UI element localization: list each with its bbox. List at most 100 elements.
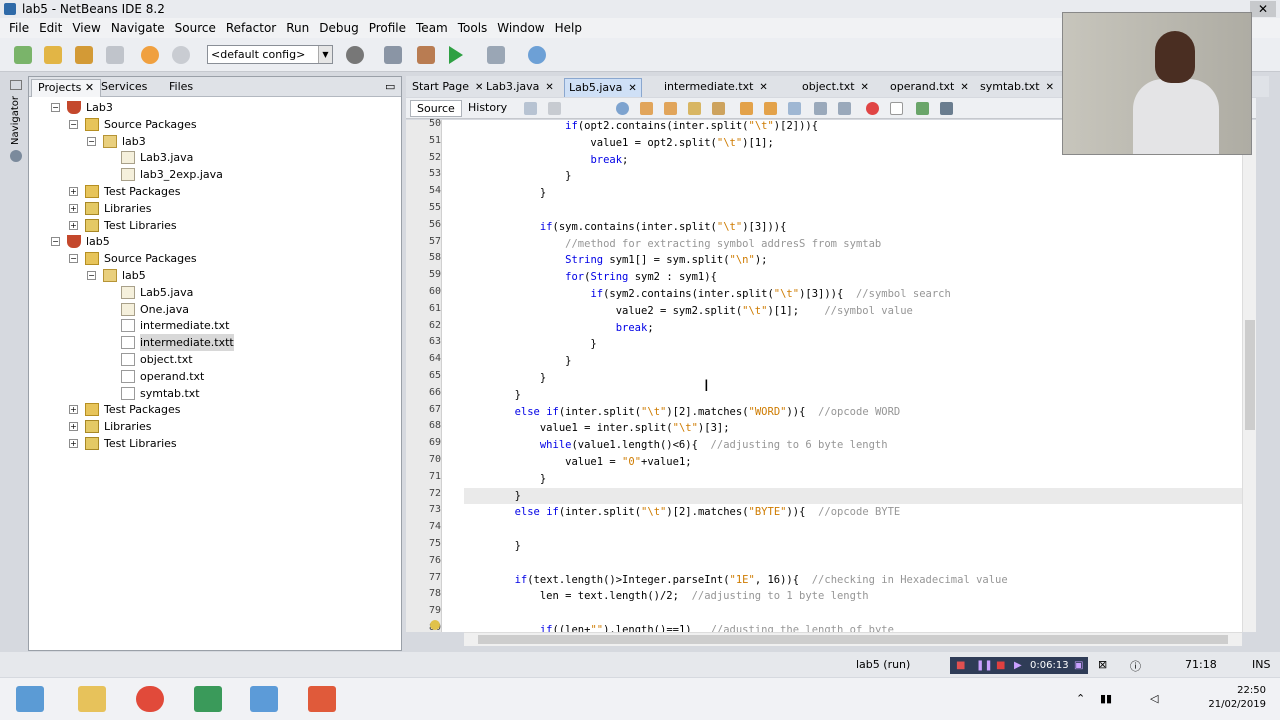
code-line[interactable]: if(opt2.contains(inter.split("\t")[2])){ — [464, 120, 818, 134]
tab-lab3-java[interactable]: Lab3.java ✕ — [482, 78, 558, 97]
tab-object-txt[interactable]: object.txt ✕ — [798, 78, 873, 97]
run-status[interactable]: lab5 (run) — [856, 658, 910, 671]
toggle-highlight-icon[interactable] — [688, 102, 701, 115]
code-line[interactable]: while(value1.length()<6){ //adjusting to… — [464, 437, 888, 453]
windows-start-icon[interactable] — [16, 686, 44, 712]
tree-item[interactable]: + Test Packages — [29, 401, 401, 418]
code-line[interactable]: value1 = "0"+value1; — [464, 454, 691, 470]
menu-view[interactable]: View — [67, 18, 105, 38]
tab-operand-txt[interactable]: operand.txt ✕ — [886, 78, 973, 97]
close-icon[interactable]: ✕ — [545, 82, 553, 93]
undo-icon[interactable] — [141, 46, 159, 64]
tree-item[interactable]: object.txt — [29, 351, 401, 368]
close-icon[interactable]: ✕ — [1046, 82, 1054, 93]
new-file-icon[interactable] — [14, 46, 32, 64]
tab-projects[interactable]: Projects ✕ — [31, 79, 102, 97]
code-line[interactable]: break; — [464, 152, 628, 168]
volume-icon[interactable]: ◁ — [1150, 692, 1158, 705]
tree-item[interactable]: One.java — [29, 301, 401, 318]
tab-symtab-txt[interactable]: symtab.txt ✕ — [976, 78, 1058, 97]
minimize-panel-icon[interactable] — [10, 80, 22, 90]
build-hammer-icon[interactable] — [384, 46, 402, 64]
tree-item[interactable]: symtab.txt — [29, 385, 401, 402]
play-icon[interactable]: ▶ — [1014, 657, 1022, 674]
code-line[interactable]: if(sym.contains(inter.split("\t")[3])){ — [464, 219, 787, 235]
expand-icon[interactable]: + — [69, 439, 78, 448]
menu-team[interactable]: Team — [411, 18, 453, 38]
tab-services[interactable]: Services — [95, 79, 153, 97]
code-line[interactable]: } — [464, 370, 546, 386]
code-line[interactable]: } — [464, 387, 521, 403]
next-bookmark-icon[interactable] — [764, 102, 777, 115]
scrollbar-thumb[interactable] — [1245, 320, 1255, 430]
open-project-icon[interactable] — [75, 46, 93, 64]
close-icon[interactable]: ✕ — [960, 82, 968, 93]
code-line[interactable]: } — [464, 168, 571, 184]
previous-bookmark-icon[interactable] — [740, 102, 753, 115]
code-line[interactable]: for(String sym2 : sym1){ — [464, 269, 717, 285]
menu-edit[interactable]: Edit — [34, 18, 67, 38]
pause-icon[interactable]: ❚❚ — [976, 657, 993, 674]
chrome-icon[interactable] — [136, 686, 164, 712]
tree-item[interactable]: + Libraries — [29, 200, 401, 217]
shift-left-icon[interactable] — [814, 102, 827, 115]
code-line[interactable]: } — [464, 336, 596, 352]
collapse-icon[interactable]: − — [51, 103, 60, 112]
clean-build-icon[interactable] — [417, 46, 435, 64]
tab-start-page[interactable]: Start Page ✕ — [408, 78, 487, 97]
menu-refactor[interactable]: Refactor — [221, 18, 281, 38]
menu-help[interactable]: Help — [550, 18, 587, 38]
tree-item[interactable]: + Test Libraries — [29, 435, 401, 452]
tree-item[interactable]: − lab5 — [29, 267, 401, 284]
toggle-rect-select-icon[interactable] — [712, 102, 725, 115]
close-icon[interactable]: ✕ — [759, 82, 767, 93]
close-icon[interactable]: ✕ — [861, 82, 869, 93]
horizontal-scrollbar[interactable] — [464, 632, 1242, 646]
record-icon[interactable]: ■ — [956, 657, 965, 674]
collapse-icon[interactable]: − — [87, 271, 96, 280]
run-play-icon[interactable] — [449, 46, 463, 64]
code-line[interactable]: } — [464, 487, 1242, 504]
navigator-label[interactable]: Navigator — [10, 96, 21, 145]
shift-right-icon[interactable] — [838, 102, 851, 115]
calculator-icon[interactable] — [194, 686, 222, 712]
network-icon[interactable]: ▮▮ — [1100, 692, 1112, 705]
code-line[interactable]: if(sym2.contains(inter.split("\t")[3])){… — [464, 286, 950, 302]
tree-item[interactable]: lab3_2exp.java — [29, 166, 401, 183]
tree-item[interactable]: intermediate.txt — [29, 317, 401, 334]
code-line[interactable]: else if(inter.split("\t")[2].matches("WO… — [464, 404, 901, 420]
expand-icon[interactable]: + — [69, 220, 78, 230]
menu-run[interactable]: Run — [281, 18, 314, 38]
code-line[interactable]: value1 = opt2.split("\t")[1]; — [464, 135, 773, 151]
close-output-icon[interactable]: ⊠ — [1098, 658, 1107, 671]
code-line[interactable]: } — [464, 185, 546, 201]
new-project-icon[interactable] — [44, 46, 62, 64]
target-icon[interactable] — [346, 46, 364, 64]
scrollbar-thumb[interactable] — [478, 635, 1228, 644]
code-line[interactable]: if((len+"").length()==1) //adusting the … — [464, 622, 894, 632]
profile-icon[interactable] — [528, 46, 546, 64]
close-button[interactable]: ✕ — [1250, 1, 1276, 17]
tree-item[interactable]: intermediate.txtt — [29, 334, 401, 352]
debug-icon[interactable] — [487, 46, 505, 64]
menu-profile[interactable]: Profile — [364, 18, 411, 38]
code-editor[interactable]: if(opt2.contains(inter.split("\t")[2])){… — [464, 120, 1242, 632]
notification-icon[interactable]: ⓘ — [1130, 658, 1141, 674]
clock-icon[interactable] — [10, 150, 22, 162]
stop-macro-icon[interactable] — [890, 102, 903, 115]
code-line[interactable]: //method for extracting symbol addresS f… — [464, 236, 881, 252]
file-explorer-icon[interactable] — [78, 686, 106, 712]
code-line[interactable]: value1 = inter.split("\t")[3]; — [464, 420, 730, 436]
save-all-icon[interactable] — [106, 46, 124, 64]
menu-window[interactable]: Window — [492, 18, 549, 38]
toggle-bookmark-icon[interactable] — [788, 102, 801, 115]
recorder-taskbar-icon[interactable] — [308, 686, 336, 712]
netbeans-taskbar-icon[interactable] — [250, 686, 278, 712]
tree-item[interactable]: − lab3 — [29, 133, 401, 150]
close-icon[interactable]: ✕ — [628, 83, 636, 94]
tab-lab5-java[interactable]: Lab5.java ✕ — [564, 78, 642, 97]
source-mode-button[interactable]: Source — [410, 100, 462, 117]
expand-icon[interactable]: + — [69, 187, 78, 196]
stop-icon[interactable]: ■ — [996, 657, 1005, 674]
code-line[interactable]: String sym1[] = sym.split("\n"); — [464, 252, 767, 268]
